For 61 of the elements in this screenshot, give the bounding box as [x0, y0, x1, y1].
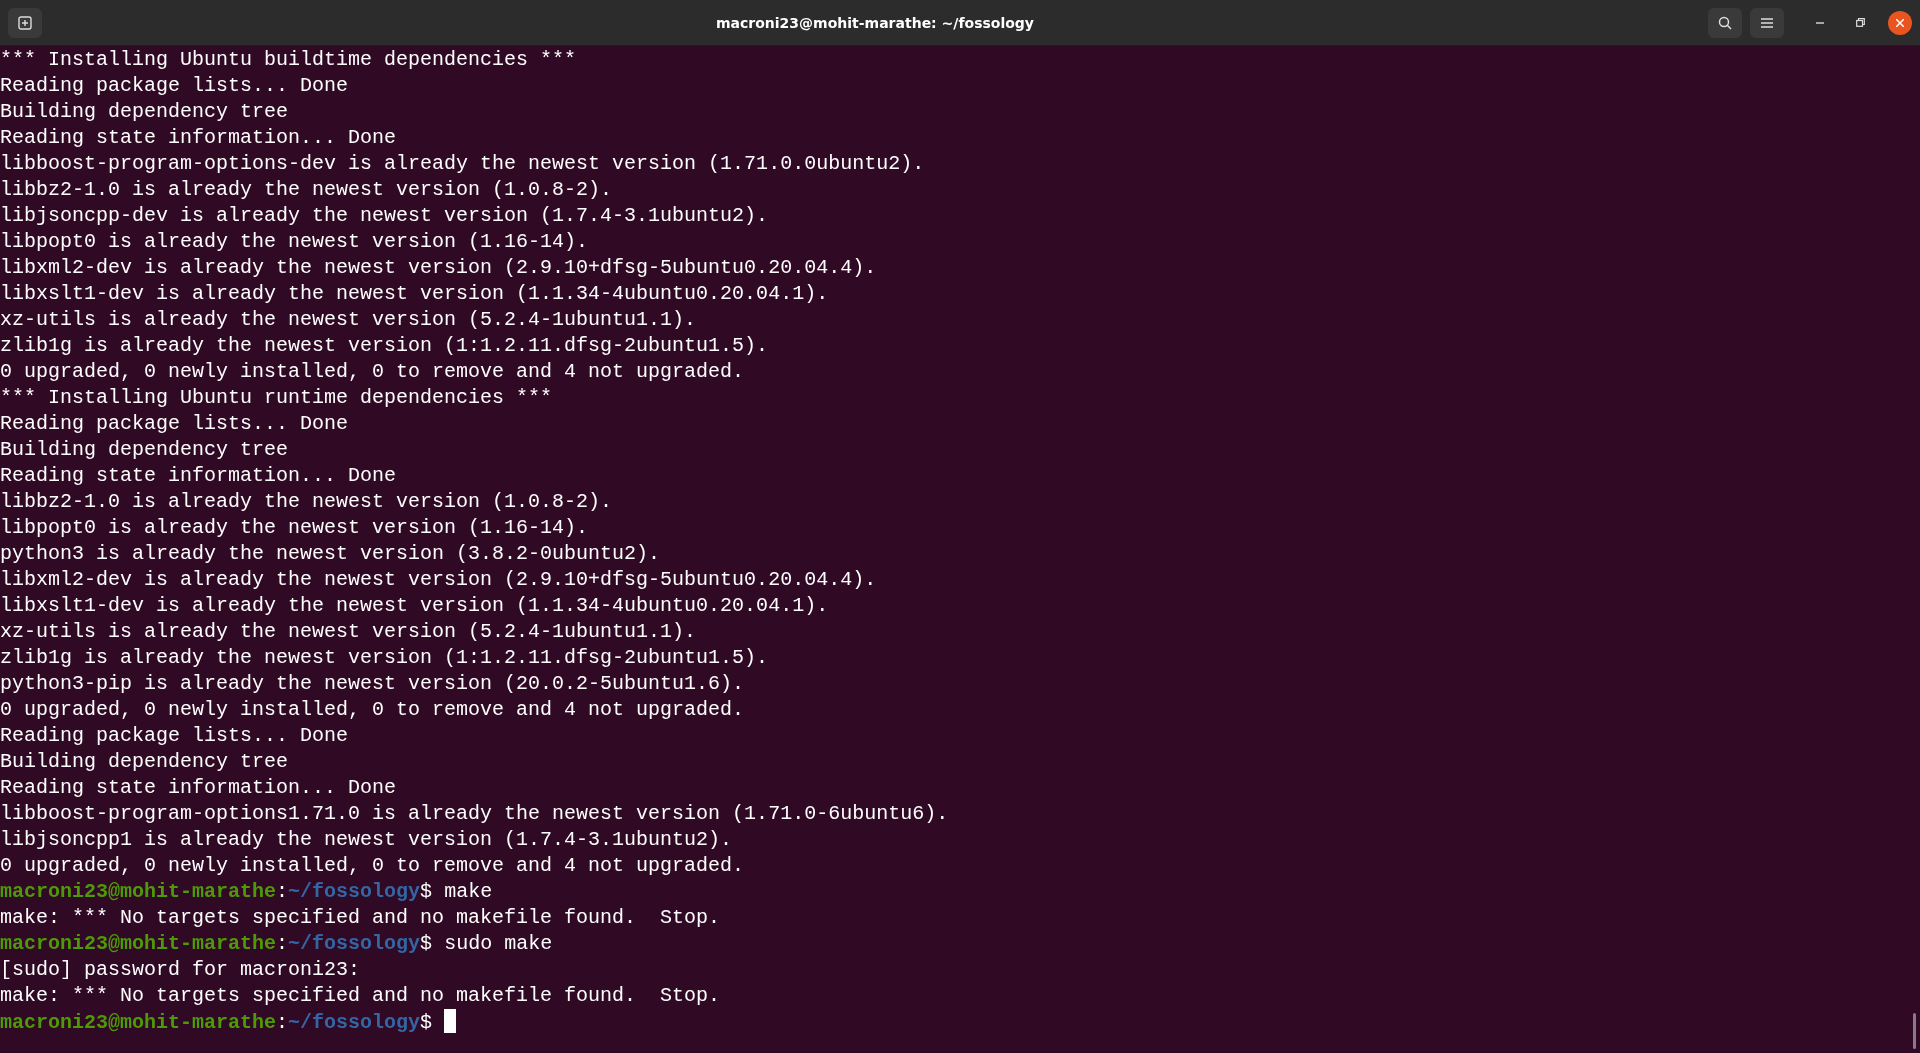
output-line: libbz2-1.0 is already the newest version (1.0.8-2).	[0, 489, 613, 515]
prompt-symbol: $	[420, 1010, 433, 1036]
prompt-user-host: macroni23@mohit-marathe	[0, 931, 277, 957]
output-line: *** Installing Ubuntu runtime dependencies ***	[0, 385, 553, 411]
output-line: xz-utils is already the newest version (5.2.4-1ubuntu1.1).	[0, 307, 697, 333]
search-button[interactable]	[1708, 7, 1742, 38]
output-line: Reading state information... Done	[0, 463, 397, 489]
prompt-path: ~/fossology	[288, 1010, 421, 1036]
prompt-path: ~/fossology	[288, 879, 421, 905]
minimize-icon	[1816, 21, 1824, 24]
output-line: 0 upgraded, 0 newly installed, 0 to remove and 4 not upgraded.	[0, 853, 745, 879]
command-text: make	[444, 879, 493, 905]
output-line: 0 upgraded, 0 newly installed, 0 to remove and 4 not upgraded.	[0, 359, 745, 385]
menu-button[interactable]	[1750, 7, 1784, 38]
menu-icon	[1761, 17, 1773, 28]
output-line: Reading state information... Done	[0, 125, 397, 151]
output-line: libjsoncpp-dev is already the newest version (1.7.4-3.1ubuntu2).	[0, 203, 769, 229]
command-text: sudo make	[444, 931, 553, 957]
output-line: *** Installing Ubuntu buildtime dependencies ***	[0, 47, 577, 73]
output-line: libjsoncpp1 is already the newest version (1.7.4-3.1ubuntu2).	[0, 827, 733, 853]
output-line: xz-utils is already the newest version (5.2.4-1ubuntu1.1).	[0, 619, 697, 645]
output-line: Building dependency tree	[0, 749, 289, 775]
restore-icon	[1855, 18, 1865, 27]
output-line: libboost-program-options-dev is already the newest version (1.71.0.0ubuntu2).	[0, 151, 925, 177]
new-tab-icon	[18, 15, 32, 30]
output-line: Building dependency tree	[0, 437, 289, 463]
close-button[interactable]	[1888, 10, 1912, 35]
prompt-symbol: $	[420, 879, 433, 905]
output-line: libxml2-dev is already the newest version (2.9.10+dfsg-5ubuntu0.20.04.4).	[0, 567, 877, 593]
new-tab-button[interactable]	[8, 7, 42, 38]
output-line: python3-pip is already the newest version (20.0.2-5ubuntu1.6).	[0, 671, 745, 697]
prompt-path: ~/fossology	[288, 931, 421, 957]
output-line: make: *** No targets specified and no makefile found. Stop.	[0, 983, 721, 1009]
search-icon	[1718, 15, 1732, 30]
output-line: zlib1g is already the newest version (1:1.2.11.dfsg-2ubuntu1.5).	[0, 645, 769, 671]
prompt-user-host: macroni23@mohit-marathe	[0, 1010, 277, 1036]
output-line: libbz2-1.0 is already the newest version (1.0.8-2).	[0, 177, 613, 203]
output-line: Reading package lists... Done	[0, 73, 349, 99]
output-line: python3 is already the newest version (3.8.2-0ubuntu2).	[0, 541, 661, 567]
output-line: zlib1g is already the newest version (1:1.2.11.dfsg-2ubuntu1.5).	[0, 333, 769, 359]
output-line: libpopt0 is already the newest version (1.16-14).	[0, 515, 589, 541]
output-line: Reading package lists... Done	[0, 411, 349, 437]
output-line: Reading state information... Done	[0, 775, 397, 801]
scrollbar[interactable]	[1913, 1013, 1916, 1049]
prompt-separator: :	[276, 1010, 289, 1036]
output-line: make: *** No targets specified and no makefile found. Stop.	[0, 905, 721, 931]
output-line: libxml2-dev is already the newest version (2.9.10+dfsg-5ubuntu0.20.04.4).	[0, 255, 877, 281]
output-line: libpopt0 is already the newest version (1.16-14).	[0, 229, 589, 255]
prompt-separator: :	[276, 931, 289, 957]
prompt-separator: :	[276, 879, 289, 905]
output-line: Building dependency tree	[0, 99, 289, 125]
output-line: libxslt1-dev is already the newest version (1.1.34-4ubuntu0.20.04.1).	[0, 281, 829, 307]
prompt-symbol: $	[420, 931, 433, 957]
output-line: libboost-program-options1.71.0 is already the newest version (1.71.0-6ubuntu6).	[0, 801, 949, 827]
output-line: libxslt1-dev is already the newest version (1.1.34-4ubuntu0.20.04.1).	[0, 593, 829, 619]
output-line: [sudo] password for macroni23:	[0, 957, 361, 983]
prompt-user-host: macroni23@mohit-marathe	[0, 879, 277, 905]
output-line: Reading package lists... Done	[0, 723, 349, 749]
window-title: macroni23@mohit-marathe: ~/fossology	[716, 14, 1034, 31]
output-line: 0 upgraded, 0 newly installed, 0 to remove and 4 not upgraded.	[0, 697, 745, 723]
close-icon	[1896, 18, 1904, 27]
